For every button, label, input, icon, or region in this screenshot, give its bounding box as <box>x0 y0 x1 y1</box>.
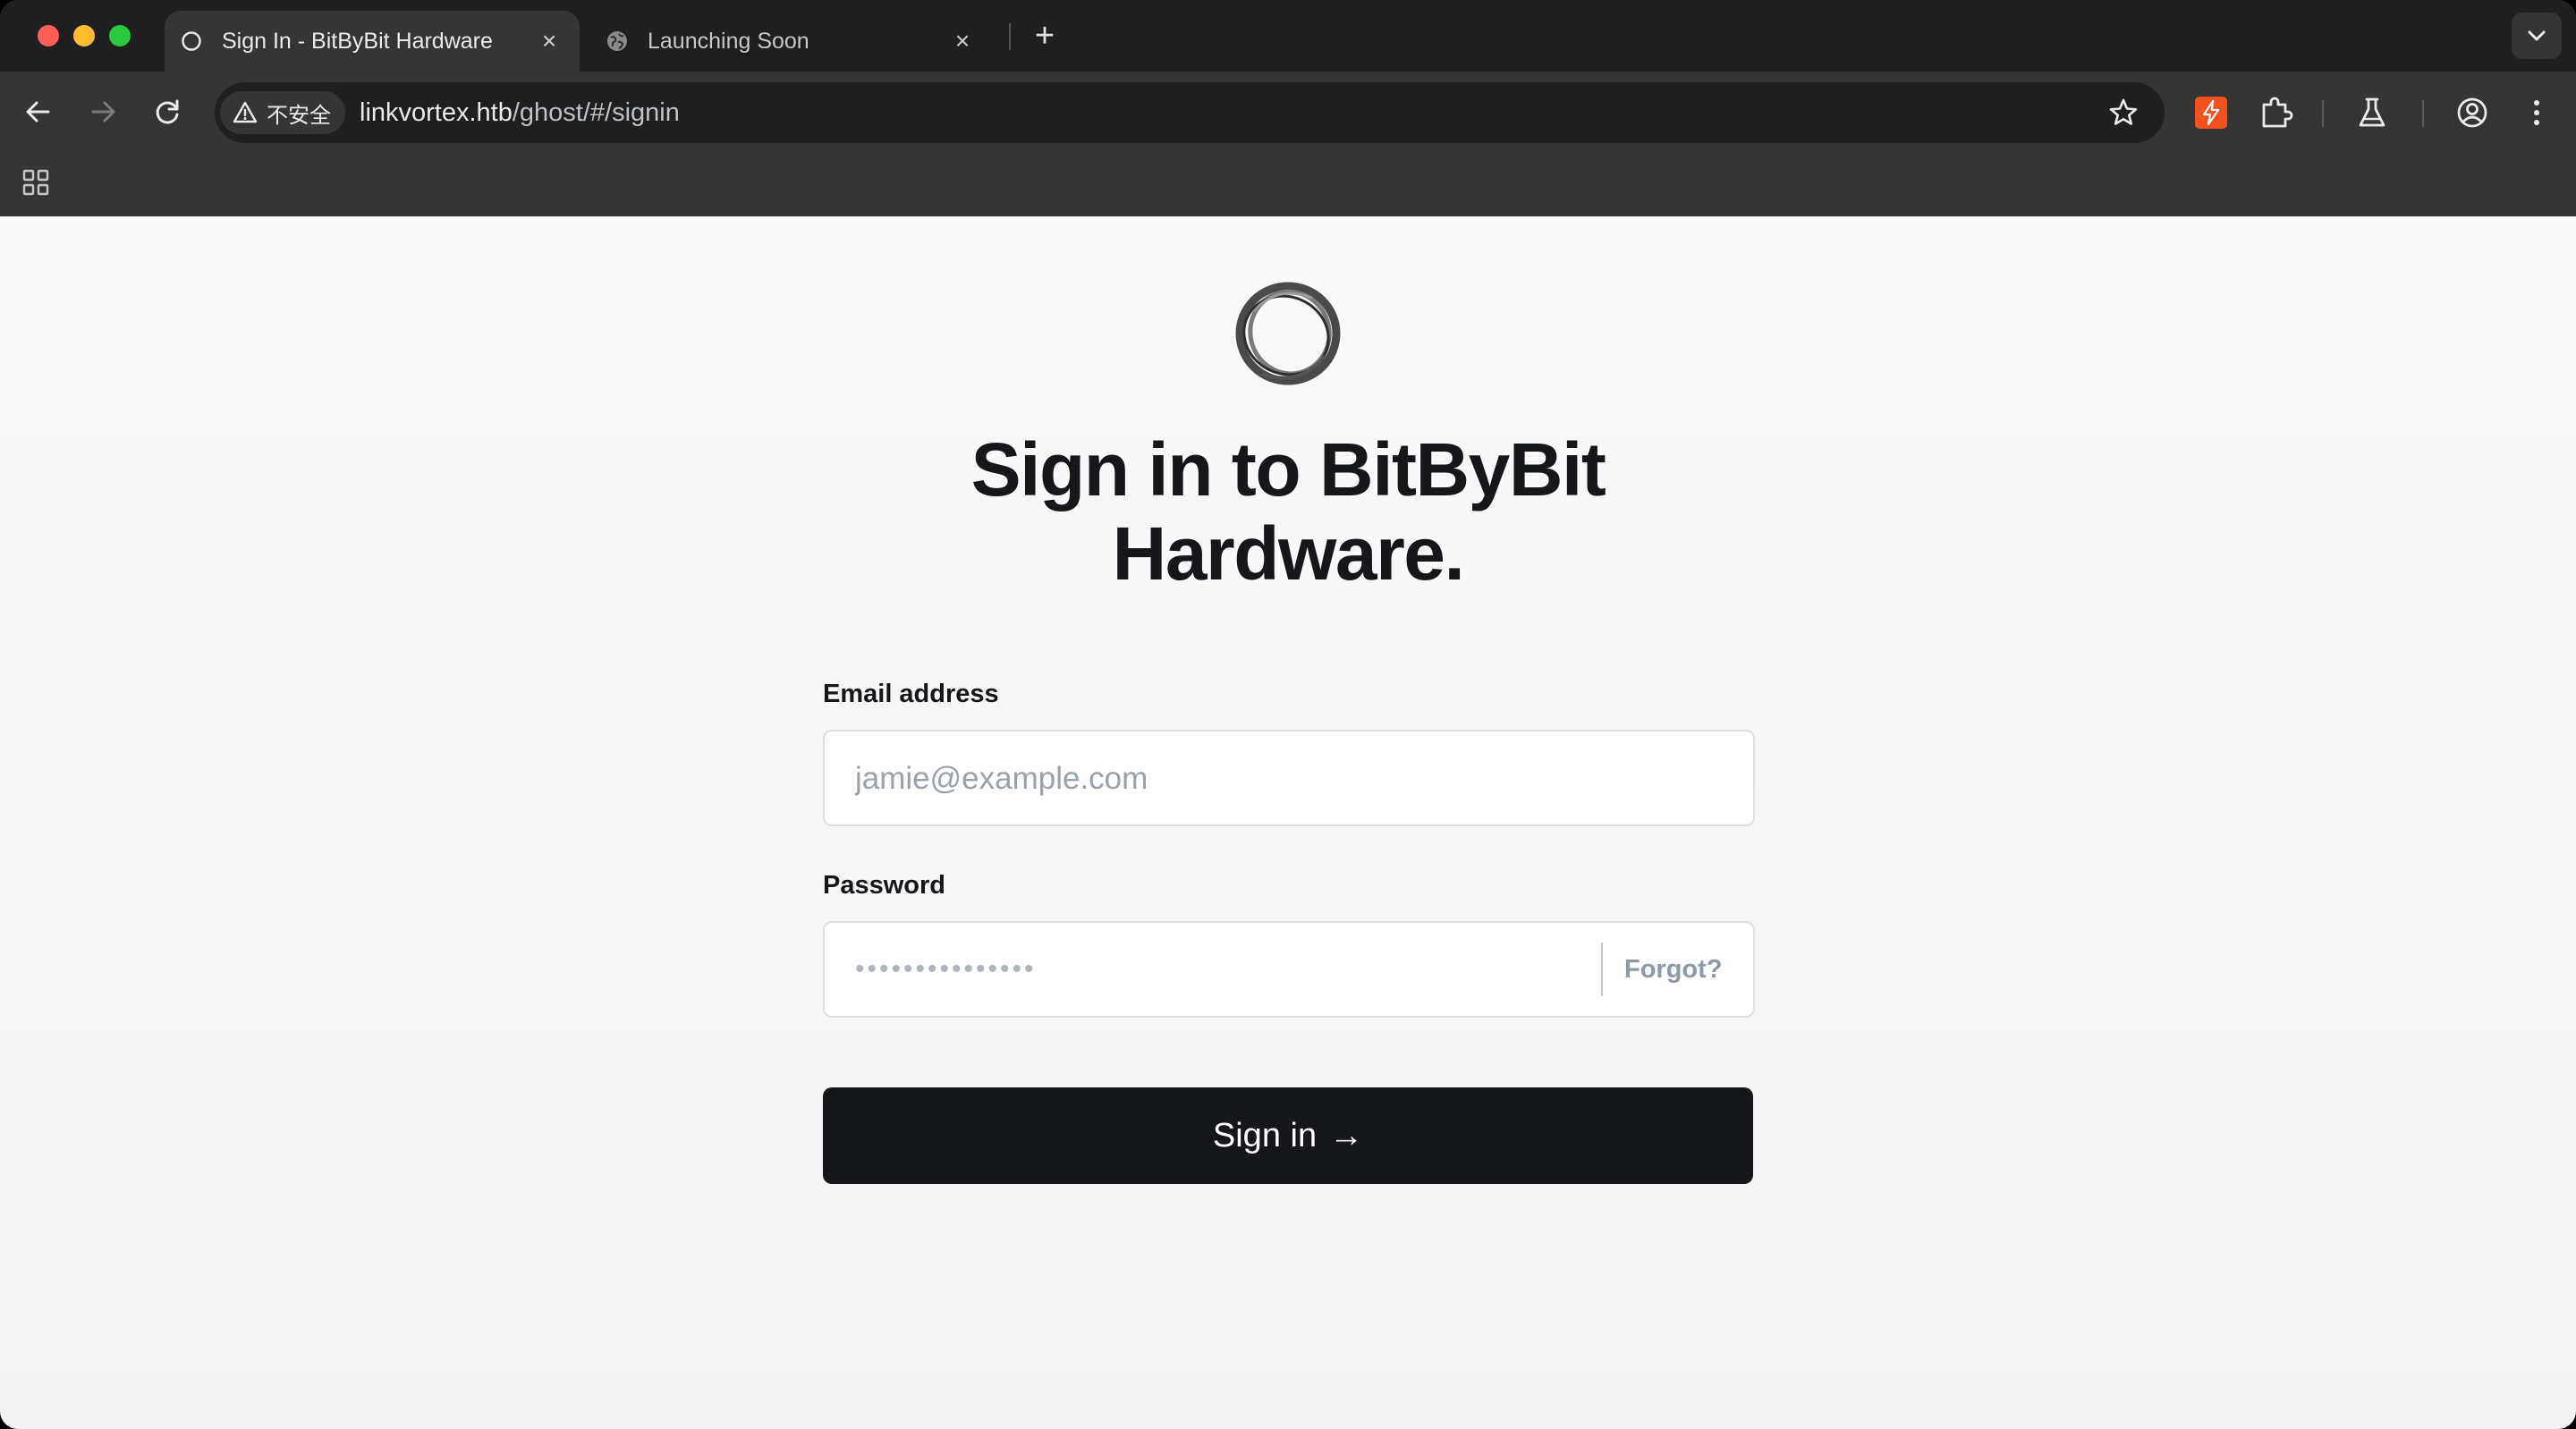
new-tab-button[interactable]: + <box>1027 18 1063 54</box>
password-divider <box>1601 943 1603 996</box>
close-window-button[interactable] <box>38 25 59 47</box>
url-text[interactable]: linkvortex.htb/ghost/#/signin <box>360 82 680 143</box>
arrow-right-icon: → <box>1329 1116 1364 1154</box>
forward-icon[interactable] <box>82 91 123 132</box>
address-bar[interactable]: 不安全 linkvortex.htb/ghost/#/signin <box>215 82 2165 143</box>
chevron-down-icon <box>2528 30 2546 41</box>
toolbar-divider <box>2322 100 2324 127</box>
email-field[interactable] <box>823 730 1755 826</box>
maximize-window-button[interactable] <box>109 25 131 47</box>
password-input[interactable]: ••••••••••••••• <box>855 923 1037 1016</box>
url-host: linkvortex.htb <box>360 98 513 127</box>
security-label: 不安全 <box>267 103 331 128</box>
tab-launching-soon[interactable]: Launching Soon × <box>590 11 993 72</box>
minimize-window-button[interactable] <box>73 25 95 47</box>
apps-grid-icon[interactable] <box>21 168 50 197</box>
more-icon[interactable] <box>2517 93 2556 132</box>
tab-close-icon[interactable]: × <box>537 29 562 54</box>
tab-close-icon[interactable]: × <box>950 29 975 54</box>
tab-divider <box>1009 23 1011 50</box>
forgot-password-button[interactable]: Forgot? <box>1624 923 1723 1016</box>
star-icon[interactable] <box>2107 97 2140 129</box>
tab-sign-in[interactable]: Sign In - BitByBit Hardware × <box>165 11 580 72</box>
password-label: Password <box>823 871 945 900</box>
sign-in-label: Sign in <box>1212 1116 1318 1154</box>
warning-icon <box>233 101 258 123</box>
tab-search-button[interactable] <box>2512 13 2562 59</box>
profile-icon[interactable] <box>2453 93 2492 132</box>
site-logo-icon <box>1235 282 1341 385</box>
page-title-line-1: Sign in to BitByBit <box>970 427 1606 512</box>
signin-page: Sign in to BitByBit Hardware. Email addr… <box>0 216 2576 1429</box>
extension-icon[interactable] <box>2191 93 2231 132</box>
globe-icon <box>607 31 627 51</box>
ghost-favicon-icon <box>182 31 201 51</box>
browser-window: Sign In - BitByBit Hardware × Launching … <box>0 0 2576 1429</box>
password-field[interactable]: ••••••••••••••• Forgot? <box>823 921 1755 1018</box>
security-indicator[interactable]: 不安全 <box>220 91 345 134</box>
page-title: Sign in to BitByBit Hardware. <box>805 427 1771 596</box>
email-input[interactable] <box>853 731 1716 826</box>
back-icon[interactable] <box>18 91 59 132</box>
labs-flask-icon[interactable] <box>2352 93 2392 132</box>
email-label: Email address <box>823 680 999 708</box>
sign-in-button[interactable]: Sign in → <box>823 1087 1753 1184</box>
bookmarks-bar <box>0 154 2576 216</box>
puzzle-icon[interactable] <box>2256 93 2295 132</box>
page-title-line-2: Hardware. <box>1112 512 1465 596</box>
toolbar-divider <box>2422 100 2424 127</box>
url-path: /ghost/#/signin <box>512 98 680 127</box>
tab-title: Sign In - BitByBit Hardware <box>222 29 493 54</box>
reload-icon[interactable] <box>147 91 188 132</box>
tab-strip: Sign In - BitByBit Hardware × Launching … <box>0 0 2576 72</box>
tab-title: Launching Soon <box>648 29 809 54</box>
browser-toolbar: 不安全 linkvortex.htb/ghost/#/signin <box>0 72 2576 154</box>
